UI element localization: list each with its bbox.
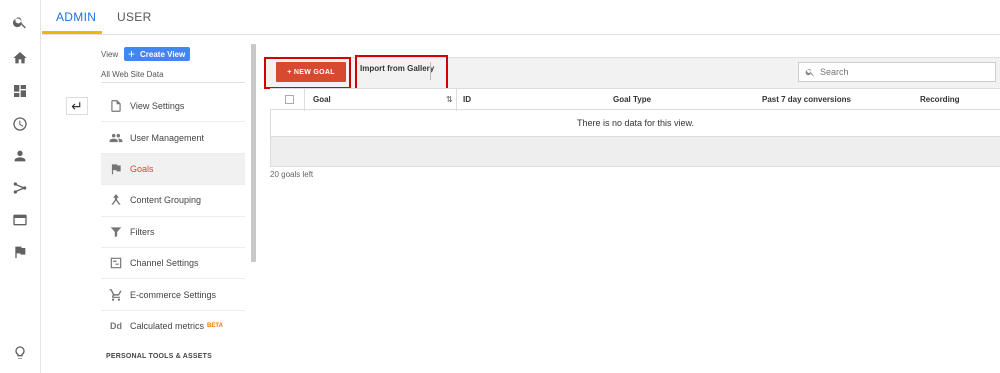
- create-view-button[interactable]: + Create View: [124, 47, 190, 61]
- active-tab-indicator: [42, 31, 102, 34]
- menu-item-label: Content Grouping: [130, 195, 202, 206]
- search-input[interactable]: [820, 67, 990, 77]
- menu-item-filters[interactable]: Filters: [101, 217, 245, 248]
- divider: [456, 89, 457, 111]
- menu-item-content-grouping[interactable]: Content Grouping: [101, 185, 245, 217]
- column-header-id[interactable]: ID: [463, 89, 471, 111]
- sort-arrow-icon[interactable]: ⇅: [446, 89, 453, 110]
- menu-item-label: User Management: [130, 132, 205, 143]
- column-header-goal-type[interactable]: Goal Type: [613, 89, 651, 111]
- section-heading: PERSONAL TOOLS & ASSETS: [106, 353, 212, 360]
- people-icon: [108, 130, 124, 146]
- beta-badge: BETA: [207, 323, 223, 330]
- menu-item-user-management[interactable]: User Management: [101, 122, 245, 154]
- search-icon: [805, 69, 814, 76]
- column-header-past-7-day-conversions[interactable]: Past 7 day conversions: [762, 89, 851, 111]
- behavior-icon[interactable]: [9, 209, 31, 231]
- view-name[interactable]: All Web Site Data: [101, 70, 164, 79]
- table-footer: [270, 137, 1000, 167]
- menu-item-goals[interactable]: Goals: [101, 153, 245, 186]
- person-icon[interactable]: [9, 145, 31, 167]
- menu-item-channel-settings[interactable]: Channel Settings: [101, 248, 245, 280]
- menu-item-label: Filters: [130, 226, 155, 237]
- tab-user[interactable]: USER: [117, 0, 152, 35]
- tab-admin[interactable]: ADMIN: [56, 0, 96, 35]
- view-label: View: [101, 50, 119, 59]
- select-all-checkbox[interactable]: [285, 95, 294, 104]
- document-icon: [108, 98, 124, 114]
- divider: [430, 62, 431, 80]
- empty-message: There is no data for this view.: [270, 110, 1000, 137]
- divider: [101, 82, 245, 83]
- create-view-label: Create View: [140, 49, 186, 59]
- flag-icon: [108, 161, 124, 177]
- menu-item-label: E-commerce Settings: [130, 289, 217, 300]
- dashboard-icon[interactable]: [9, 80, 31, 102]
- menu-item-ecommerce-settings[interactable]: E-commerce Settings: [101, 279, 245, 311]
- menu-item-calculated-metrics[interactable]: Dd Calculated metrics BETA: [101, 311, 245, 342]
- search-field[interactable]: [798, 62, 996, 82]
- import-from-gallery-button[interactable]: Import from Gallery: [360, 64, 434, 73]
- grouping-icon: [108, 192, 124, 208]
- channel-icon: [108, 255, 124, 271]
- menu-scrollbar[interactable]: [251, 44, 256, 262]
- table-header: Goal ⇅ ID Goal Type Past 7 day conversio…: [270, 88, 1000, 111]
- goals-left-count: 20 goals left: [270, 170, 314, 179]
- home-icon[interactable]: [9, 47, 31, 69]
- divider: [304, 89, 305, 111]
- back-arrow-icon: ↵: [71, 97, 83, 114]
- menu-item-view-settings[interactable]: View Settings: [101, 91, 245, 123]
- goals-table: Goal ⇅ ID Goal Type Past 7 day conversio…: [270, 88, 1000, 167]
- new-goal-button[interactable]: + NEW GOAL: [276, 62, 346, 82]
- filter-icon: [108, 224, 124, 240]
- menu-item-label: Goals: [130, 163, 154, 174]
- view-settings-menu: View Settings User Management Goals Cont…: [101, 91, 245, 342]
- highlight-box: [355, 55, 448, 91]
- dd-icon: Dd: [110, 321, 122, 332]
- column-header-recording[interactable]: Recording: [920, 89, 960, 111]
- column-header-goal[interactable]: Goal: [313, 89, 331, 111]
- menu-item-label: Calculated metrics: [130, 321, 205, 332]
- cart-icon: [108, 287, 124, 303]
- back-arrow-button[interactable]: ↵: [66, 97, 88, 115]
- clock-icon[interactable]: [9, 113, 31, 135]
- lightbulb-icon[interactable]: [9, 342, 31, 364]
- menu-item-label: Channel Settings: [130, 258, 199, 269]
- top-tab-bar: ADMIN USER: [42, 0, 1000, 35]
- acquisition-icon[interactable]: [9, 177, 31, 199]
- left-nav-rail: [0, 0, 41, 373]
- flag-icon[interactable]: [9, 241, 31, 263]
- menu-item-label: View Settings: [130, 101, 185, 112]
- plus-icon: +: [128, 47, 136, 61]
- search-icon[interactable]: [9, 11, 31, 33]
